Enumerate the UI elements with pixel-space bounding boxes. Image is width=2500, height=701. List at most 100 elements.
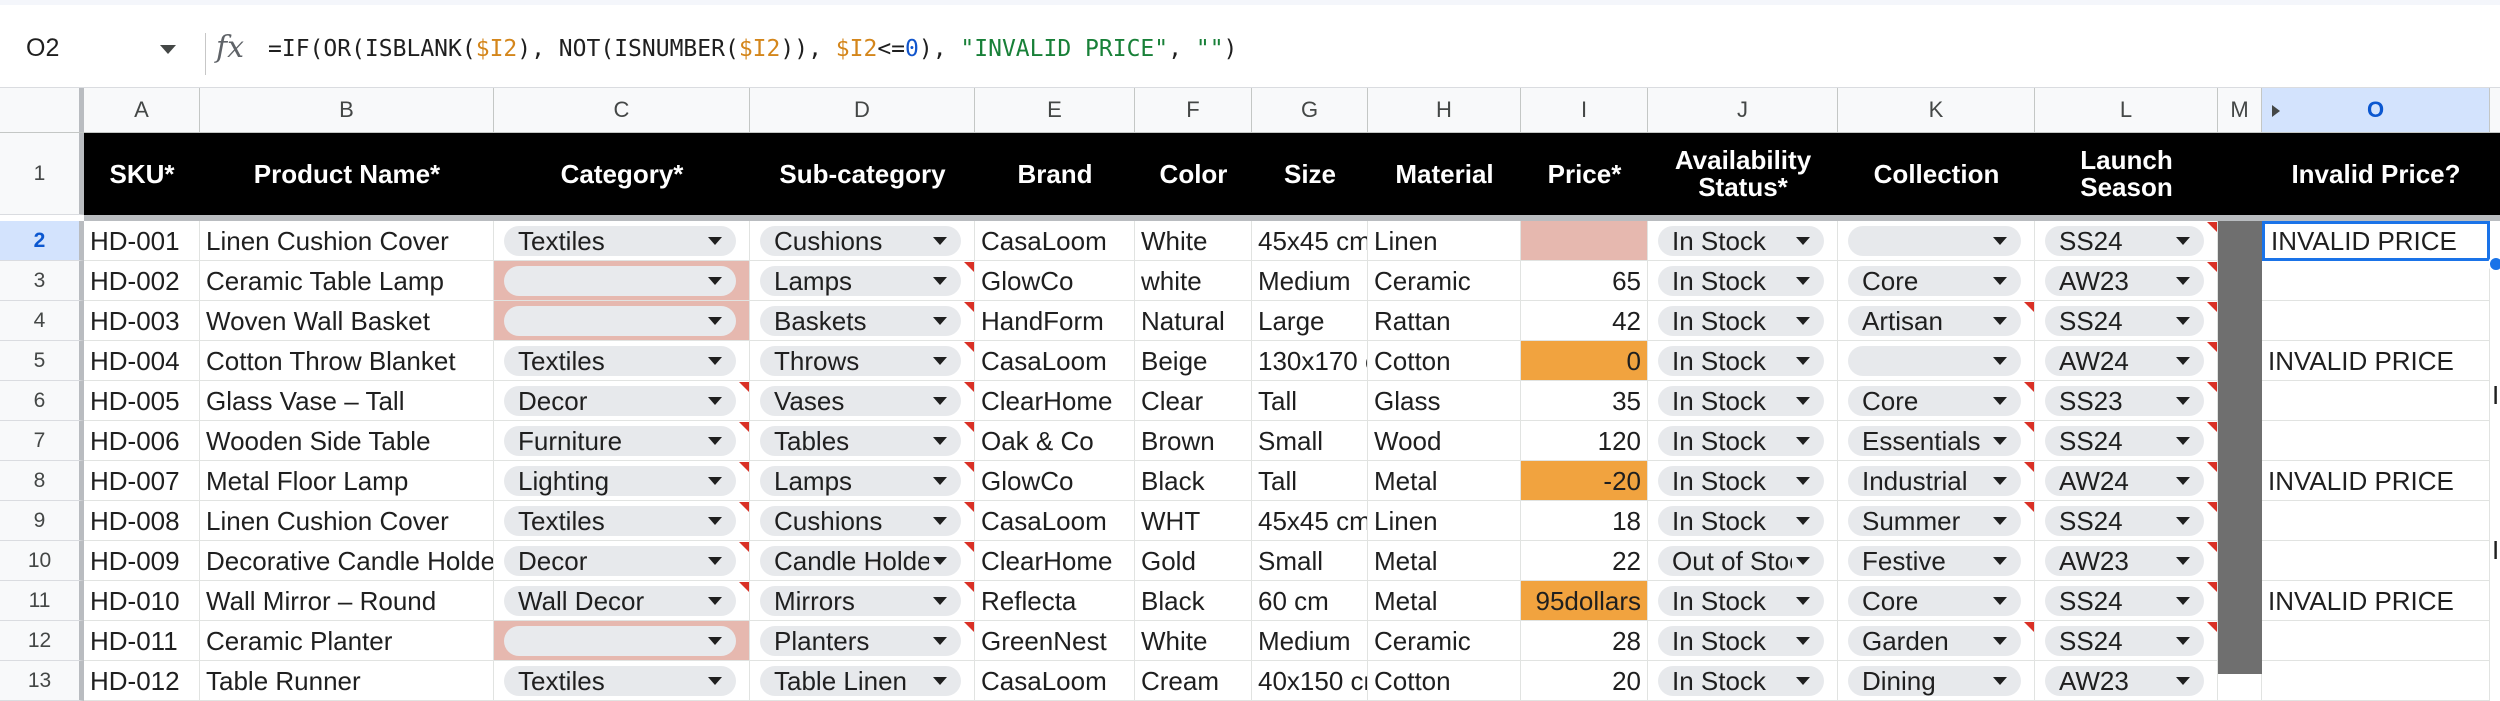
dropdown-arrow-icon[interactable] <box>933 677 947 685</box>
dropdown-arrow-icon[interactable] <box>1993 637 2007 645</box>
cell-price[interactable]: -20 <box>1521 461 1648 501</box>
cell-price[interactable]: 28 <box>1521 621 1648 661</box>
note-flag-icon[interactable] <box>964 382 974 392</box>
dropdown-arrow-icon[interactable] <box>1993 397 2007 405</box>
cell-category[interactable]: Textiles <box>494 221 750 261</box>
cell-material[interactable]: Glass <box>1368 381 1521 421</box>
dropdown-arrow-icon[interactable] <box>1993 237 2007 245</box>
cell-name[interactable]: Cotton Throw Blanket <box>200 341 494 381</box>
cell-material[interactable]: Metal <box>1368 541 1521 581</box>
dropdown-chip[interactable]: AW24 <box>2045 346 2204 376</box>
dropdown-arrow-icon[interactable] <box>708 677 722 685</box>
row-number[interactable]: 3 <box>0 261 84 301</box>
cell-season[interactable]: AW23 <box>2035 661 2218 701</box>
cell-sku[interactable]: HD-012 <box>84 661 200 701</box>
column-header-m[interactable]: M <box>2218 88 2262 132</box>
note-flag-icon[interactable] <box>739 422 749 432</box>
dropdown-chip[interactable]: In Stock <box>1658 626 1824 656</box>
cell-subcategory[interactable]: Candle Holders <box>750 541 975 581</box>
column-header-g[interactable]: G <box>1252 88 1368 132</box>
cell-material[interactable]: Ceramic <box>1368 261 1521 301</box>
dropdown-chip[interactable]: Table Linen <box>760 666 961 696</box>
dropdown-chip[interactable]: Vases <box>760 386 961 416</box>
dropdown-chip[interactable]: Cushions <box>760 226 961 256</box>
dropdown-arrow-icon[interactable] <box>2176 357 2190 365</box>
note-flag-icon[interactable] <box>964 502 974 512</box>
cell-availability[interactable]: In Stock <box>1648 501 1838 541</box>
cell-name[interactable]: Metal Floor Lamp <box>200 461 494 501</box>
note-flag-icon[interactable] <box>964 262 974 272</box>
header-cell[interactable]: Brand <box>975 133 1135 215</box>
cell-sku[interactable]: HD-004 <box>84 341 200 381</box>
dropdown-arrow-icon[interactable] <box>1796 357 1810 365</box>
cell-size[interactable]: 130x170 cm <box>1252 341 1368 381</box>
formula-input[interactable]: =IF(OR(ISBLANK($I2), NOT(ISNUMBER($I2)),… <box>268 36 1237 62</box>
cell-subcategory[interactable]: Lamps <box>750 461 975 501</box>
dropdown-chip[interactable] <box>504 266 736 296</box>
cell-name[interactable]: Linen Cushion Cover <box>200 501 494 541</box>
dropdown-arrow-icon[interactable] <box>1796 237 1810 245</box>
dropdown-chip[interactable]: SS23 <box>2045 386 2204 416</box>
fill-handle[interactable] <box>2488 256 2500 272</box>
dropdown-arrow-icon[interactable] <box>1993 677 2007 685</box>
cell-size[interactable]: Medium <box>1252 261 1368 301</box>
column-header-a[interactable]: A <box>84 88 200 132</box>
column-header-o[interactable]: O <box>2262 88 2490 132</box>
cell-material[interactable]: Linen <box>1368 221 1521 261</box>
note-flag-icon[interactable] <box>964 302 974 312</box>
header-cell[interactable]: Color <box>1135 133 1252 215</box>
note-flag-icon[interactable] <box>2207 382 2217 392</box>
note-flag-icon[interactable] <box>2207 422 2217 432</box>
cell-price[interactable]: 95dollars <box>1521 581 1648 621</box>
dropdown-chip[interactable]: Baskets <box>760 306 961 336</box>
dropdown-arrow-icon[interactable] <box>708 397 722 405</box>
dropdown-chip[interactable]: In Stock <box>1658 346 1824 376</box>
dropdown-arrow-icon[interactable] <box>933 437 947 445</box>
note-flag-icon[interactable] <box>2024 622 2034 632</box>
dropdown-arrow-icon[interactable] <box>708 637 722 645</box>
row-number[interactable]: 6 <box>0 381 84 421</box>
dropdown-chip[interactable]: Essentials <box>1848 426 2021 456</box>
row-number[interactable]: 4 <box>0 301 84 341</box>
cell-collection[interactable]: Dining <box>1838 661 2035 701</box>
dropdown-chip[interactable]: In Stock <box>1658 666 1824 696</box>
cell-material[interactable]: Metal <box>1368 581 1521 621</box>
header-cell[interactable]: Invalid Price? <box>2262 133 2490 215</box>
cell-price[interactable]: 18 <box>1521 501 1648 541</box>
row-number[interactable]: 2 <box>0 221 84 261</box>
cell-availability[interactable]: In Stock <box>1648 301 1838 341</box>
note-flag-icon[interactable] <box>2207 302 2217 312</box>
dropdown-chip[interactable]: SS24 <box>2045 226 2204 256</box>
dropdown-chip[interactable]: AW23 <box>2045 666 2204 696</box>
cell-category[interactable]: Wall Decor <box>494 581 750 621</box>
cell-brand[interactable]: CasaLoom <box>975 341 1135 381</box>
cell-collection[interactable]: Essentials <box>1838 421 2035 461</box>
dropdown-arrow-icon[interactable] <box>1993 317 2007 325</box>
cell-availability[interactable]: In Stock <box>1648 341 1838 381</box>
cell-category[interactable]: Textiles <box>494 501 750 541</box>
dropdown-arrow-icon[interactable] <box>1796 517 1810 525</box>
cell-invalid[interactable]: INVALID PRICE <box>2262 221 2490 261</box>
cell-brand[interactable]: GlowCo <box>975 261 1135 301</box>
note-flag-icon[interactable] <box>2024 462 2034 472</box>
dropdown-arrow-icon[interactable] <box>1796 597 1810 605</box>
cell-collection[interactable]: Core <box>1838 381 2035 421</box>
cell-category[interactable]: Lighting <box>494 461 750 501</box>
note-flag-icon[interactable] <box>2207 542 2217 552</box>
header-cell[interactable]: Size <box>1252 133 1368 215</box>
dropdown-chip[interactable]: Garden <box>1848 626 2021 656</box>
cell-color[interactable]: WHT <box>1135 501 1252 541</box>
cell-availability[interactable]: In Stock <box>1648 221 1838 261</box>
dropdown-chip[interactable]: Candle Holders <box>760 546 961 576</box>
cell-sku[interactable]: HD-010 <box>84 581 200 621</box>
dropdown-arrow-icon[interactable] <box>708 237 722 245</box>
dropdown-arrow-icon[interactable] <box>1796 317 1810 325</box>
note-flag-icon[interactable] <box>2024 422 2034 432</box>
note-flag-icon[interactable] <box>964 462 974 472</box>
cell-price[interactable]: 35 <box>1521 381 1648 421</box>
cell-name[interactable]: Wall Mirror – Round <box>200 581 494 621</box>
dropdown-arrow-icon[interactable] <box>708 477 722 485</box>
cell-invalid[interactable] <box>2262 501 2490 541</box>
note-flag-icon[interactable] <box>2207 622 2217 632</box>
dropdown-chip[interactable]: Textiles <box>504 506 736 536</box>
